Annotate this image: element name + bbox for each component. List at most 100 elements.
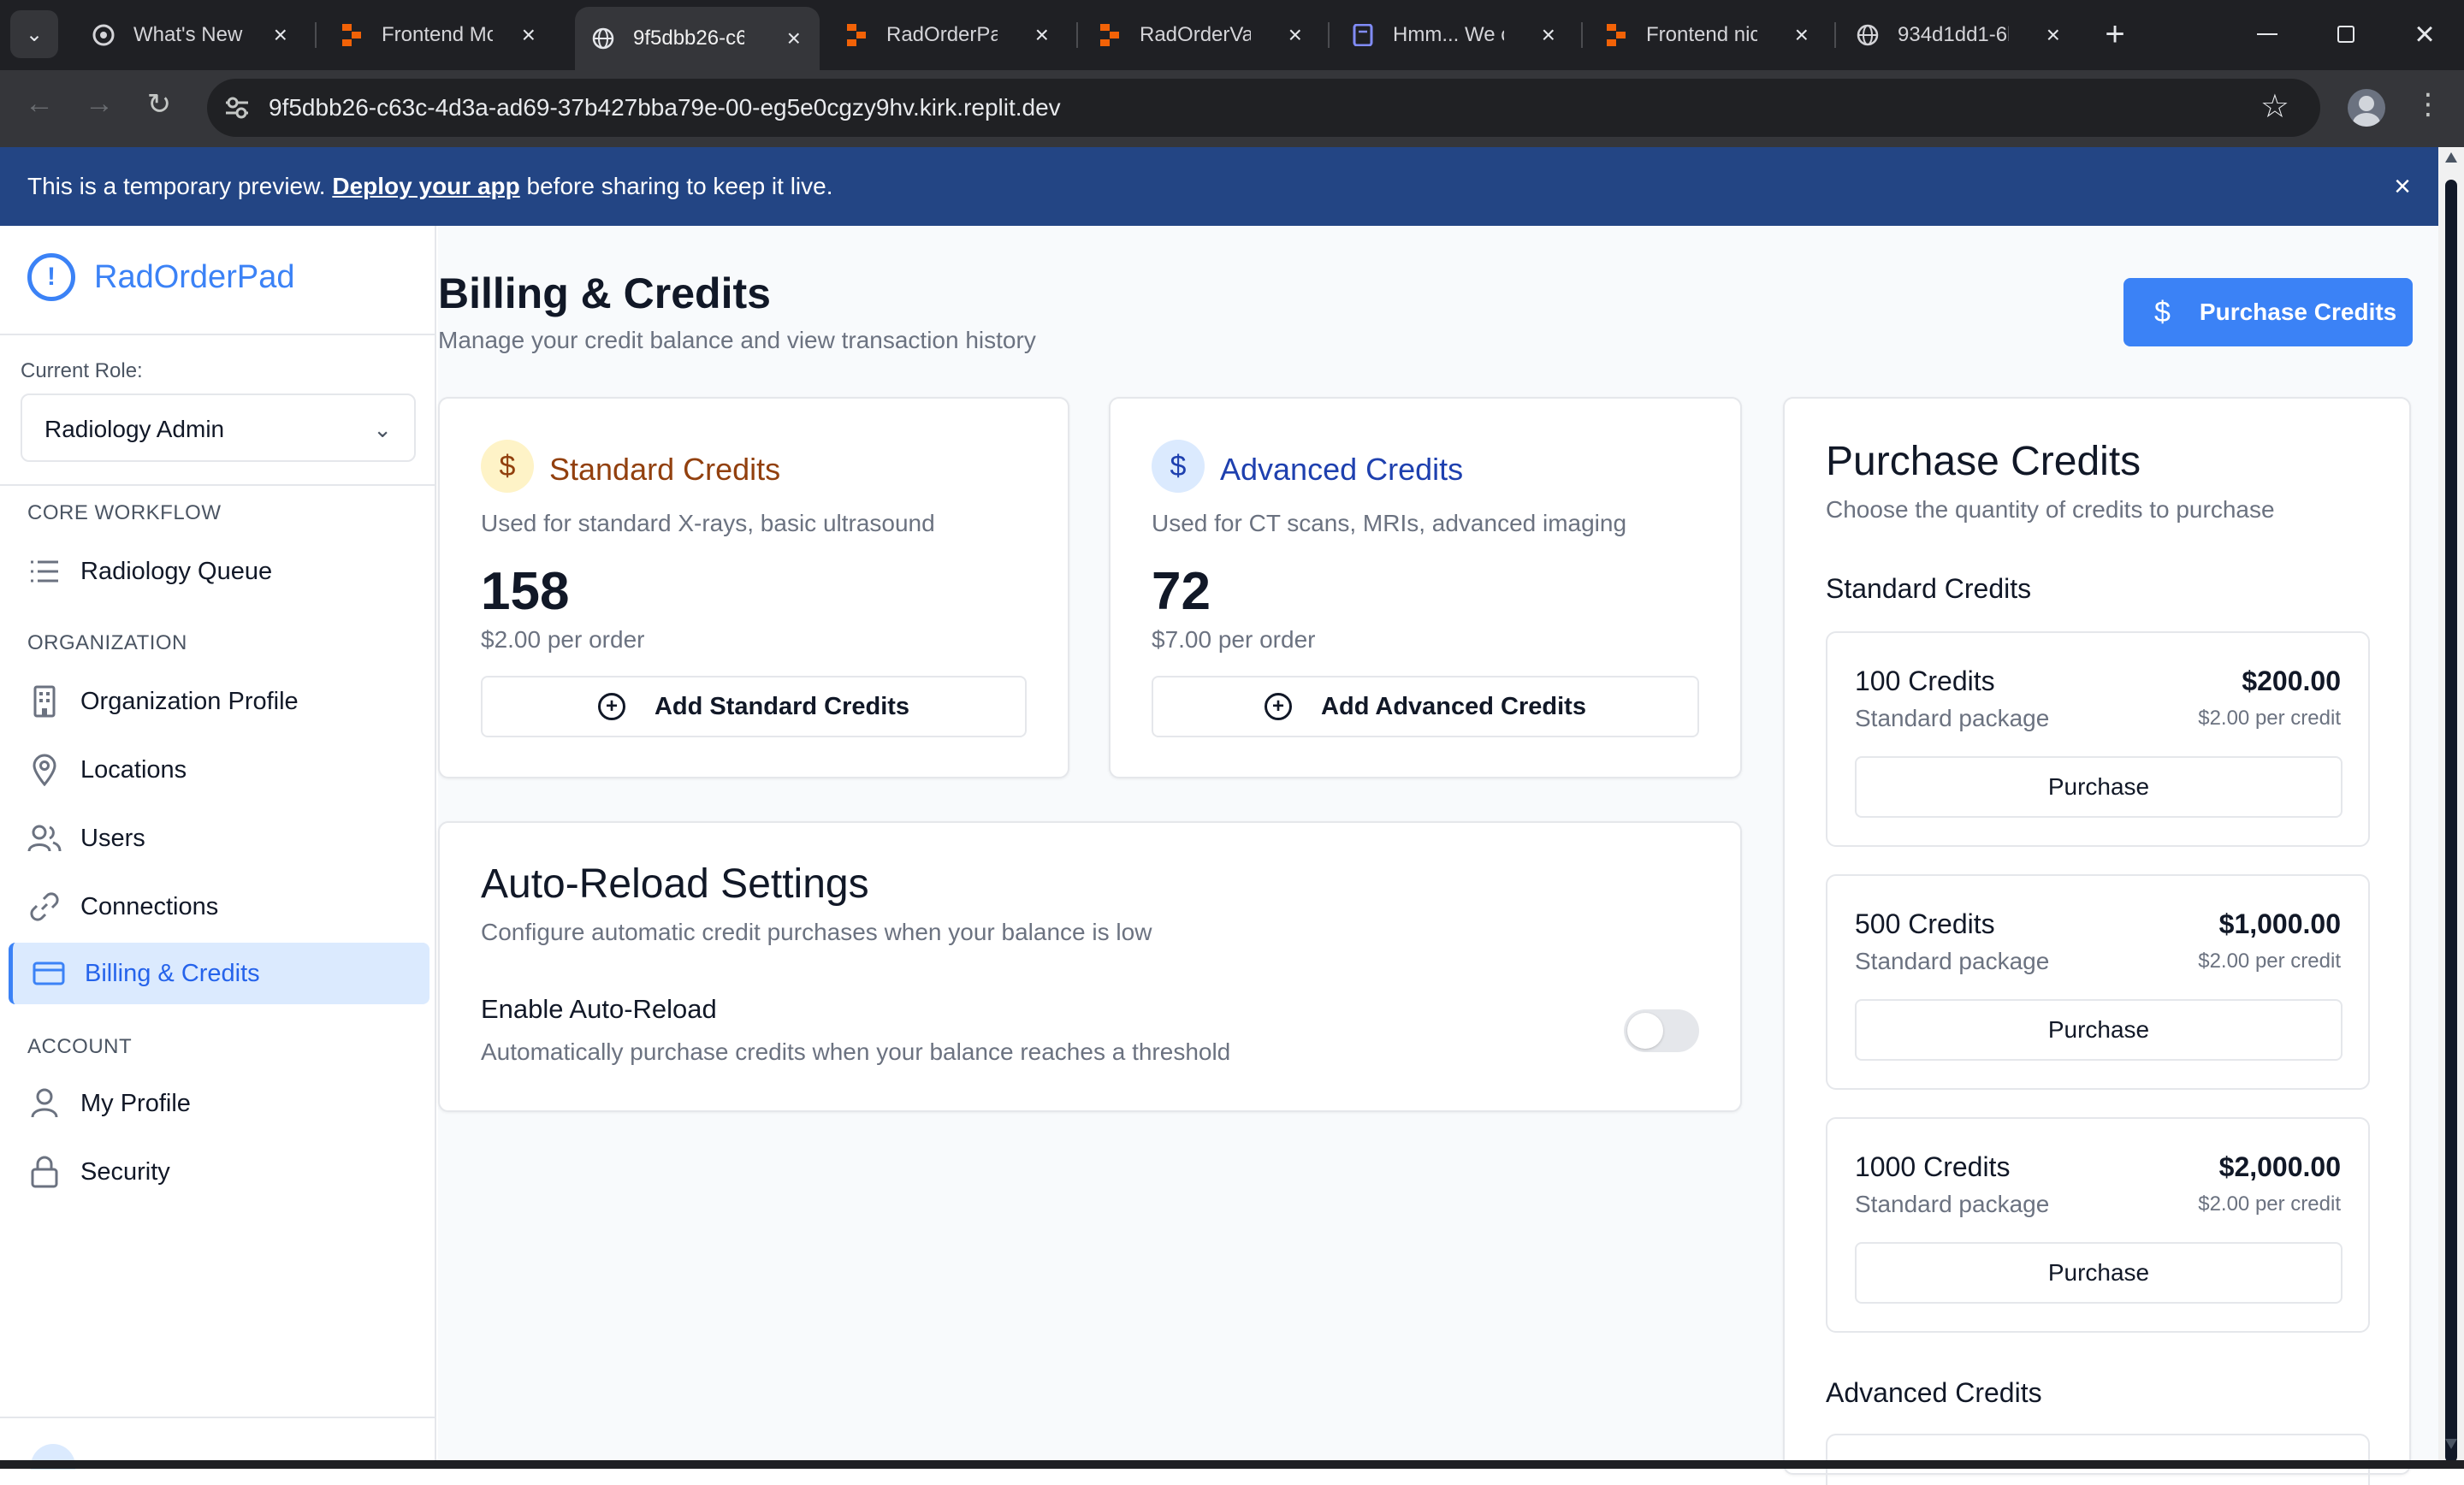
close-icon[interactable]: × — [2394, 147, 2411, 226]
plus-icon: + — [2105, 15, 2125, 53]
add-advanced-credits-button[interactable]: + Add Advanced Credits — [1152, 676, 1699, 737]
dollar-sign-icon: $ — [481, 440, 534, 493]
sidebar-item-label: Organization Profile — [80, 687, 299, 715]
chevron-down-icon: ⌄ — [25, 22, 44, 46]
sidebar-item-connections[interactable]: Connections — [9, 876, 429, 938]
tab-label: Frontend Mod — [382, 23, 493, 46]
sidebar-item-radiology-queue[interactable]: Radiology Queue — [9, 541, 429, 602]
address-bar[interactable]: 9f5dbb26-c63c-4d3a-ad69-37b427bba79e-00-… — [207, 79, 2320, 137]
browser-tab[interactable]: 934d1dd1-6b × — [1839, 9, 2079, 62]
reload-button[interactable]: ↻ — [139, 87, 180, 128]
sidebar-item-locations[interactable]: Locations — [9, 739, 429, 801]
forward-button[interactable]: → — [79, 87, 120, 128]
close-icon[interactable]: × — [1288, 21, 1302, 49]
reload-icon: ↻ — [146, 88, 172, 121]
dollar-sign-icon: $ — [2154, 295, 2171, 328]
scroll-up-arrow-icon[interactable] — [2445, 152, 2457, 163]
minimize-button[interactable] — [2250, 17, 2284, 51]
sidebar-item-security[interactable]: Security — [9, 1141, 429, 1203]
restore-button[interactable] — [2329, 17, 2363, 51]
sidebar-item-organization-profile[interactable]: Organization Profile — [9, 671, 429, 732]
package-name: 1000 Credits — [1855, 1151, 2011, 1182]
auto-reload-toggle-label: Enable Auto-Reload — [481, 994, 717, 1024]
package-type: Standard package — [1855, 1191, 2050, 1217]
close-icon[interactable]: × — [1035, 21, 1049, 49]
sidebar-item-label: Locations — [80, 755, 187, 784]
sidebar-item-label: Billing & Credits — [85, 959, 260, 987]
close-icon[interactable]: × — [522, 21, 536, 49]
add-standard-credits-label: Add Standard Credits — [654, 692, 910, 720]
purchase-button[interactable]: Purchase — [1855, 756, 2343, 818]
alert-circle-icon: ! — [27, 253, 75, 301]
auto-reload-toggle[interactable] — [1624, 1009, 1699, 1052]
link-icon — [27, 890, 62, 924]
auto-reload-toggle-description: Automatically purchase credits when your… — [481, 1038, 1231, 1065]
lock-icon — [27, 1155, 62, 1189]
close-icon[interactable]: × — [787, 25, 801, 52]
sidebar-item-billing-credits[interactable]: Billing & Credits — [9, 943, 429, 1004]
deploy-app-link[interactable]: Deploy your app — [332, 173, 519, 199]
browser-tab[interactable]: RadOrderPadF × — [828, 9, 1068, 62]
sidebar-item-users[interactable]: Users — [9, 808, 429, 869]
close-window-button[interactable]: × — [2406, 12, 2443, 56]
purchase-credits-button-label: Purchase Credits — [2199, 299, 2397, 325]
avatar[interactable] — [2348, 89, 2385, 127]
sidebar-item-my-profile[interactable]: My Profile — [9, 1073, 429, 1134]
browser-tab[interactable]: What's New × — [75, 9, 306, 62]
banner-text-suffix: before sharing to keep it live. — [526, 173, 833, 199]
advanced-credits-title: Advanced Credits — [1220, 452, 1464, 487]
advanced-credits-card: $ Advanced Credits Used for CT scans, MR… — [1109, 397, 1742, 778]
close-icon[interactable]: × — [1542, 21, 1555, 49]
section-account: ACCOUNT — [27, 1035, 133, 1058]
scroll-down-arrow-icon[interactable] — [2445, 1439, 2457, 1449]
profile-avatar-icon — [2353, 96, 2380, 127]
add-advanced-credits-label: Add Advanced Credits — [1321, 692, 1586, 720]
replit-icon — [341, 24, 363, 46]
credit-package-card: 500 Credits Standard package $1,000.00 $… — [1826, 874, 2370, 1090]
browser-menu-button[interactable]: ⋮ — [2413, 87, 2443, 128]
purchase-panel-subtitle: Choose the quantity of credits to purcha… — [1826, 496, 2275, 523]
new-tab-button[interactable]: + — [2093, 12, 2137, 56]
app-logo[interactable]: ! RadOrderPad — [27, 253, 294, 301]
purchase-credits-button[interactable]: $ Purchase Credits — [2123, 278, 2413, 346]
browser-tab[interactable]: Frontend Mod × — [323, 9, 554, 62]
tab-label: Frontend nice — [1646, 23, 1757, 46]
browser-tab[interactable]: Hmm... We co × — [1335, 9, 1574, 62]
plus-circle-icon: + — [1265, 693, 1293, 720]
arrow-right-icon: → — [85, 87, 114, 120]
sidebar-item-label: Connections — [80, 892, 219, 920]
browser-tab-active[interactable]: 9f5dbb26-c63 × — [575, 7, 820, 70]
more-vertical-icon: ⋮ — [2414, 88, 2443, 121]
add-standard-credits-button[interactable]: + Add Standard Credits — [481, 676, 1027, 737]
bookmark-star-icon[interactable]: ☆ — [2260, 87, 2289, 126]
browser-tab[interactable]: RadOrderValid × — [1081, 9, 1321, 62]
role-select[interactable]: Radiology Admin ⌄ — [21, 393, 416, 462]
section-core-workflow: CORE WORKFLOW — [27, 501, 222, 524]
purchase-panel-title: Purchase Credits — [1826, 439, 2141, 484]
tab-label: RadOrderValid — [1140, 23, 1251, 46]
sidebar-item-label: Security — [80, 1157, 170, 1186]
close-icon[interactable]: × — [274, 21, 287, 49]
page-scrollbar[interactable] — [2438, 147, 2464, 1463]
restore-icon — [2337, 26, 2354, 43]
tab-search-button[interactable]: ⌄ — [10, 10, 58, 58]
scrollbar-thumb[interactable] — [2445, 180, 2457, 1463]
credit-card-icon — [32, 956, 66, 991]
list-icon — [27, 554, 62, 589]
close-icon[interactable]: × — [2046, 21, 2060, 49]
user-icon — [27, 1086, 62, 1121]
purchase-button[interactable]: Purchase — [1855, 999, 2343, 1061]
purchase-button[interactable]: Purchase — [1855, 1242, 2343, 1304]
sidebar-item-label: My Profile — [80, 1089, 191, 1117]
back-button[interactable]: ← — [19, 87, 60, 128]
plus-circle-icon: + — [597, 693, 625, 720]
tab-separator — [1834, 22, 1836, 48]
building-icon — [27, 684, 62, 719]
url-text: 9f5dbb26-c63c-4d3a-ad69-37b427bba79e-00-… — [269, 94, 1061, 121]
browser-tab[interactable]: Frontend nice × — [1588, 9, 1827, 62]
browser-tab-strip: ⌄ What's New × Frontend Mod × 9f5dbb26-c… — [0, 0, 2464, 70]
role-select-value: Radiology Admin — [44, 416, 225, 442]
close-icon[interactable]: × — [1795, 21, 1809, 49]
site-info-icon[interactable] — [222, 94, 252, 121]
standard-credits-balance: 158 — [481, 562, 570, 621]
